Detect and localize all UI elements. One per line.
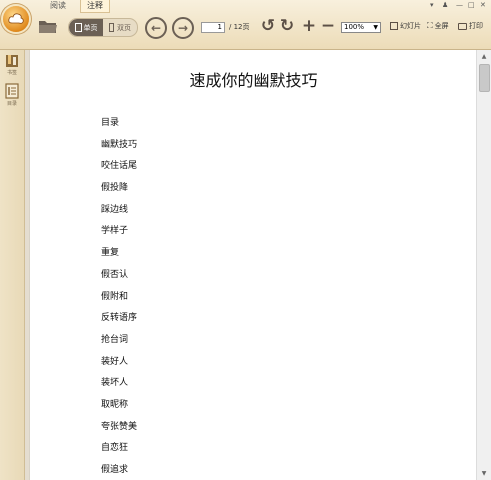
page-number-input[interactable]: 1 <box>201 22 225 33</box>
scrollbar-thumb[interactable] <box>479 64 490 92</box>
toc-list-item: 抢台词 <box>101 334 129 345</box>
toc-list-item: 假投降 <box>101 183 129 194</box>
scroll-down-icon[interactable]: ▼ <box>477 467 491 480</box>
toc-list-item: 目录 <box>101 118 120 128</box>
toc-list-item: 装坏人 <box>101 378 129 389</box>
document-page: 速成你的幽默技巧 目录幽默技巧咬住话尾假投降踩边线学样子重复假否认假附和反转语序… <box>29 50 478 480</box>
view-mode-toggle: 单页 双页 <box>68 18 138 37</box>
scroll-up-icon[interactable]: ▲ <box>477 50 491 63</box>
zoom-select[interactable]: 100% ▼ <box>341 22 381 33</box>
toc-list: 目录幽默技巧咬住话尾假投降踩边线学样子重复假否认假附和反转语序抢台词装好人装坏人… <box>101 117 137 480</box>
double-page-button[interactable]: 双页 <box>103 19 137 36</box>
single-page-icon <box>74 23 82 32</box>
maximize-icon[interactable]: □ <box>468 1 475 9</box>
toc-list-item: 自恋狂 <box>101 443 129 454</box>
app-logo[interactable] <box>3 6 29 32</box>
double-page-icon <box>109 23 114 32</box>
toc-list-item: 幽默技巧 <box>101 139 138 150</box>
left-sidebar: 书签 目录 <box>0 50 25 480</box>
folder-icon <box>39 21 57 33</box>
toc-list-item: 学样子 <box>101 226 129 237</box>
close-icon[interactable]: ✕ <box>480 1 486 9</box>
bookmarks-button[interactable]: 书签 <box>2 54 22 76</box>
cloud-icon <box>8 13 24 24</box>
tab-read[interactable]: 阅读 <box>44 0 72 12</box>
fullscreen-label: 全屏 <box>434 22 449 30</box>
document-viewer: 速成你的幽默技巧 目录幽默技巧咬住话尾假投降踩边线学样子重复假否认假附和反转语序… <box>25 50 491 480</box>
minus-icon: − <box>320 15 336 36</box>
toc-label: 目录 <box>6 101 17 107</box>
chevron-down-icon: ▼ <box>373 24 378 31</box>
toc-list-item: 假追求 <box>101 465 129 475</box>
slideshow-icon <box>390 22 398 30</box>
slideshow-button[interactable]: 幻灯片 <box>390 21 421 31</box>
next-page-button[interactable]: → <box>172 17 194 39</box>
toc-button[interactable]: 目录 <box>2 83 22 107</box>
fullscreen-button[interactable]: ⛶ 全屏 <box>427 21 449 31</box>
shirt-icon[interactable]: ♟ <box>442 1 448 9</box>
zoom-in-button[interactable]: + <box>301 17 317 35</box>
printer-icon <box>458 22 467 30</box>
double-page-label: 双页 <box>117 23 131 32</box>
toc-list-item: 反转语序 <box>101 313 138 324</box>
vertical-scrollbar[interactable]: ▲ ▼ <box>476 50 491 480</box>
plus-icon: + <box>301 15 317 36</box>
toolbar: 阅读 注释 单页 双页 ← → 1 / 12页 ↺ ↻ + − 100% ▼ 幻… <box>0 0 491 50</box>
toc-list-item: 咬住话尾 <box>101 161 138 172</box>
previous-page-button[interactable]: ← <box>145 17 167 39</box>
arrow-left-icon: ← <box>150 21 162 35</box>
bookmarks-label: 书签 <box>6 70 17 76</box>
open-folder-button[interactable] <box>37 18 59 36</box>
minimize-icon[interactable]: — <box>456 1 463 9</box>
single-page-label: 单页 <box>83 23 98 32</box>
rotate-left-button[interactable]: ↺ <box>260 17 276 35</box>
page-total: / 12页 <box>229 23 250 31</box>
page-title: 速成你的幽默技巧 <box>189 71 318 90</box>
print-button[interactable]: 打印 <box>458 21 483 31</box>
toc-list-item: 装好人 <box>101 356 129 367</box>
fullscreen-icon: ⛶ <box>427 21 433 30</box>
zoom-out-button[interactable]: − <box>320 17 336 35</box>
toc-list-item: 夸张赞美 <box>101 421 138 432</box>
skin-icon[interactable]: ▾ <box>430 1 434 9</box>
zoom-value: 100% <box>344 23 365 31</box>
rotate-right-icon: ↻ <box>279 15 295 36</box>
tab-annotate[interactable]: 注释 <box>80 0 110 13</box>
toc-list-item: 假附和 <box>101 291 129 302</box>
arrow-right-icon: → <box>177 21 189 35</box>
rotate-left-icon: ↺ <box>260 15 276 36</box>
toc-list-item: 重复 <box>101 248 120 259</box>
slideshow-label: 幻灯片 <box>400 22 421 30</box>
toc-list-item: 踩边线 <box>101 204 129 215</box>
single-page-button[interactable]: 单页 <box>69 19 103 36</box>
print-label: 打印 <box>469 22 483 30</box>
table-of-contents-icon <box>5 83 19 99</box>
bookmark-icon <box>6 55 18 67</box>
toc-list-item: 取昵称 <box>101 399 129 410</box>
rotate-right-button[interactable]: ↻ <box>279 17 295 35</box>
toc-list-item: 假否认 <box>101 269 129 280</box>
